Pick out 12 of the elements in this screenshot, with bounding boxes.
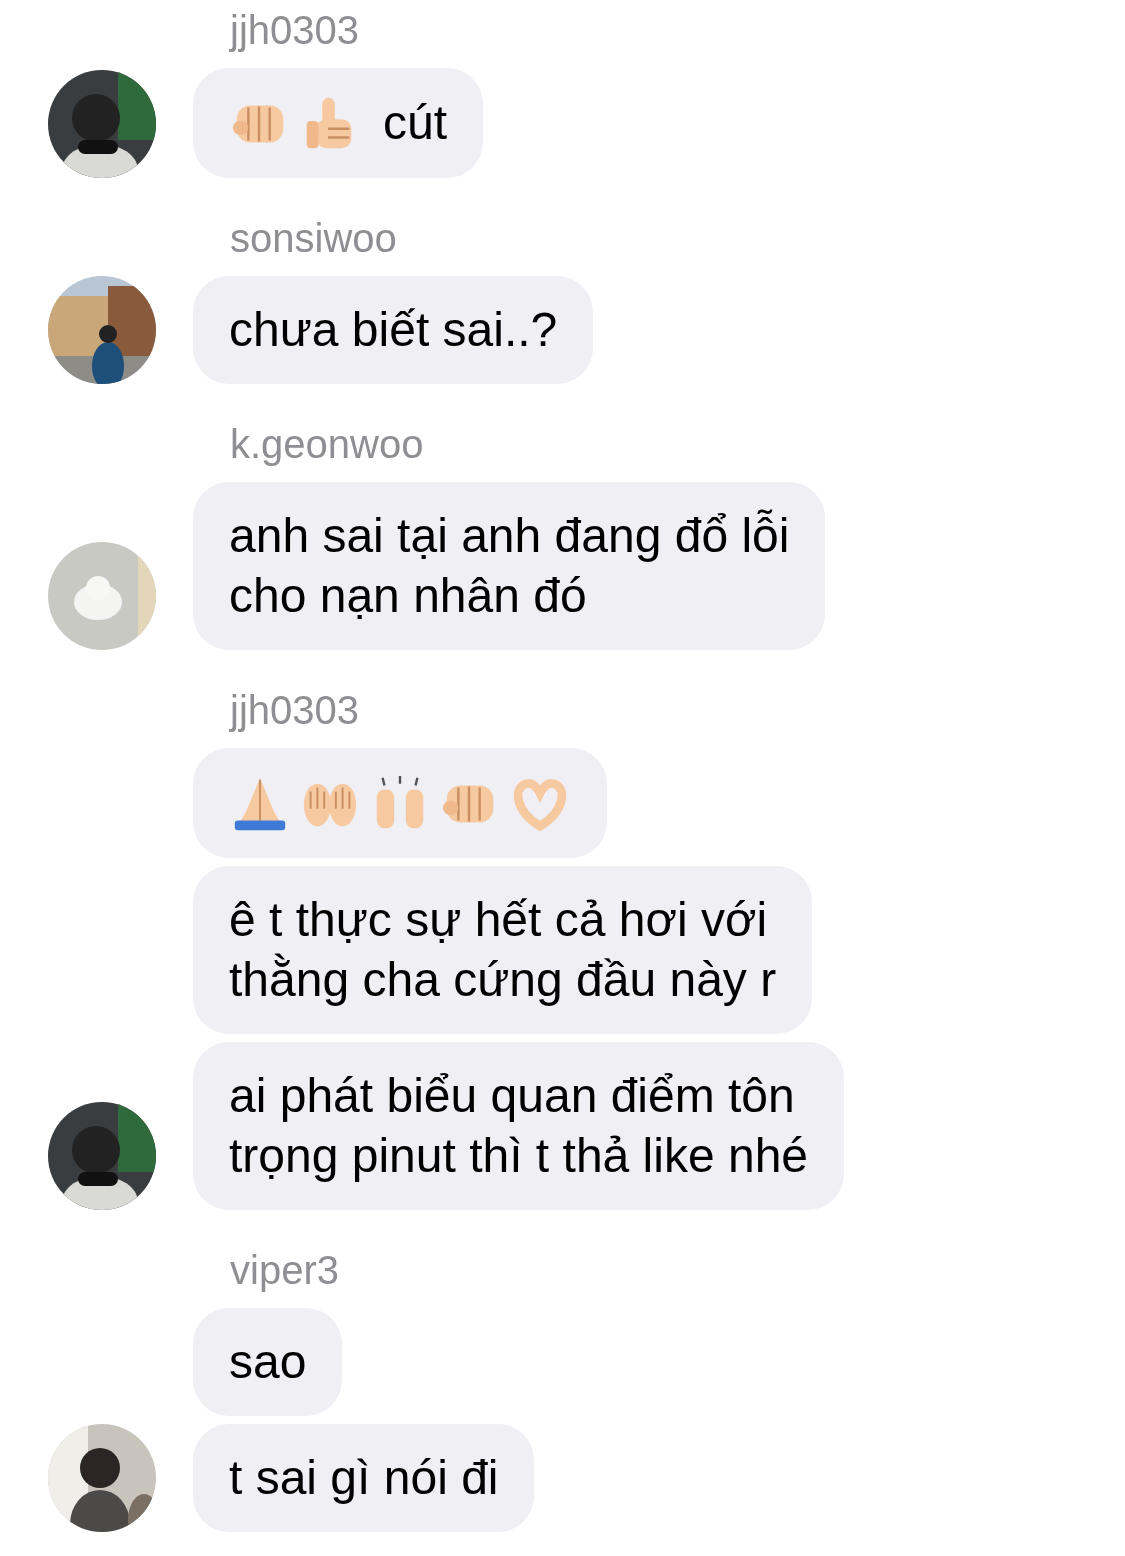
username: jjh0303 — [228, 687, 360, 734]
message-bubble: sao — [193, 1308, 343, 1416]
username: k.geonwoo — [229, 421, 425, 468]
username: sonsiwoo — [229, 215, 398, 262]
message-text: cút — [383, 95, 448, 151]
message-bubble: ai phát biểu quan điểm tôn trọng pinut thì t thả like nhé — [193, 1042, 845, 1210]
username: viper3 — [229, 1247, 340, 1294]
message-bubble: chưa biết sai..? — [193, 276, 594, 384]
message-bubble: anh sai tại anh đang đổ lỗi cho nạn nhân đó — [193, 482, 826, 650]
message-bubble: t sai gì nói đi — [193, 1424, 535, 1532]
message-bubble: ê t thực sự hết cả hơi với thằng cha cứng đầu này r — [193, 866, 813, 1034]
username: jjh0303 — [228, 7, 360, 54]
